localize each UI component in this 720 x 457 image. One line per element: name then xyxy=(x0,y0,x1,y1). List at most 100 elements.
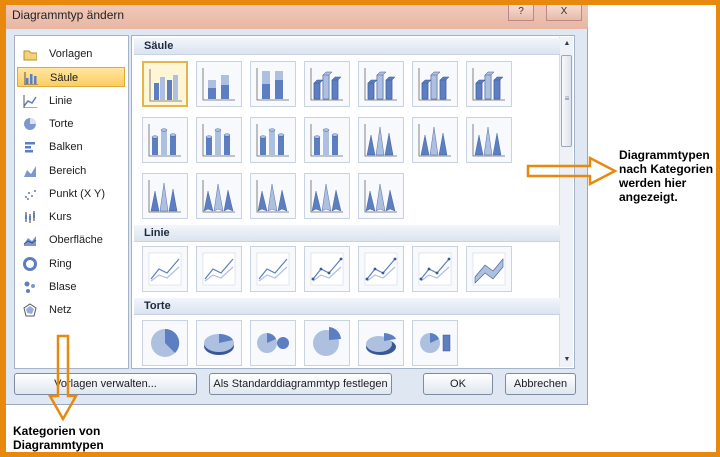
annotation-gallery-note: Diagrammtypen nach Kategorien werden hie… xyxy=(619,148,714,204)
category-item-1[interactable]: Vorlagen xyxy=(17,44,125,64)
help-button[interactable]: ? xyxy=(508,5,534,21)
right-arrow-icon xyxy=(526,156,618,186)
chart-subtype-thumbnail[interactable] xyxy=(142,61,188,107)
chart-subtype-icon xyxy=(472,68,505,101)
chart-subtype-thumbnail[interactable] xyxy=(304,320,350,366)
doughnut-chart-icon xyxy=(23,256,37,271)
category-label: Oberfläche xyxy=(49,234,103,247)
chart-subtype-thumbnail[interactable] xyxy=(196,117,242,163)
chart-subtype-thumbnail[interactable] xyxy=(304,61,350,107)
scroll-down-arrow-icon[interactable]: ▼ xyxy=(560,353,574,367)
chart-subtype-thumbnail[interactable] xyxy=(466,117,512,163)
chart-subtype-thumbnail[interactable] xyxy=(412,117,458,163)
category-label: Netz xyxy=(49,304,72,317)
folder-icon xyxy=(23,50,37,61)
chart-subtype-icon xyxy=(418,124,451,157)
category-item-9[interactable]: Oberfläche xyxy=(17,230,125,250)
chart-subtype-thumbnail[interactable] xyxy=(142,173,188,219)
surface-chart-icon xyxy=(23,236,37,247)
scroll-thumb[interactable]: ≡ xyxy=(561,55,572,147)
chart-subtype-icon xyxy=(310,252,344,286)
chart-subtype-thumbnail[interactable] xyxy=(142,246,188,292)
chart-subtype-thumbnail[interactable] xyxy=(142,320,188,366)
category-item-3[interactable]: Linie xyxy=(17,91,125,111)
chart-subtype-thumbnail[interactable] xyxy=(142,117,188,163)
chart-subtype-thumbnail[interactable] xyxy=(250,320,296,366)
chart-subtype-icon xyxy=(148,124,181,157)
manage-templates-button[interactable]: Vorlagen verwalten... xyxy=(14,373,197,395)
close-button[interactable]: X xyxy=(546,5,582,21)
chart-subtype-thumbnail[interactable] xyxy=(250,117,296,163)
chart-subtype-icon xyxy=(202,68,235,101)
category-item-8[interactable]: Kurs xyxy=(17,207,125,227)
chart-subtype-thumbnail[interactable] xyxy=(250,173,296,219)
chart-subtype-thumbnail[interactable] xyxy=(358,246,404,292)
chart-subtype-thumbnail[interactable] xyxy=(304,117,350,163)
set-default-chart-button[interactable]: Als Standarddiagrammtyp festlegen xyxy=(209,373,392,395)
chart-subtype-thumbnail[interactable] xyxy=(250,61,296,107)
title-bar: Diagrammtyp ändern ? X xyxy=(6,5,588,29)
scroll-grip-icon: ≡ xyxy=(564,94,570,103)
chart-subtype-thumbnail[interactable] xyxy=(412,61,458,107)
category-label: Punkt (X Y) xyxy=(49,187,106,200)
chart-subtype-thumbnail[interactable] xyxy=(358,320,404,366)
gallery-section-header: Linie xyxy=(134,225,560,242)
chart-subtype-thumbnail[interactable] xyxy=(358,173,404,219)
chart-subtype-icon xyxy=(151,328,180,357)
scroll-up-arrow-icon[interactable]: ▲ xyxy=(560,37,574,51)
chart-subtype-icon xyxy=(364,68,397,101)
chart-subtype-thumbnail[interactable] xyxy=(304,173,350,219)
chart-subtype-thumbnail[interactable] xyxy=(196,246,242,292)
chart-subtype-icon xyxy=(256,252,290,286)
chart-subtype-thumbnail[interactable] xyxy=(196,173,242,219)
category-item-2[interactable]: Säule xyxy=(17,67,125,88)
category-label: Kurs xyxy=(49,211,72,224)
category-item-12[interactable]: Netz xyxy=(17,300,125,320)
chart-subtype-thumbnail[interactable] xyxy=(466,246,512,292)
category-label: Linie xyxy=(49,94,73,107)
chart-subtype-icon xyxy=(310,180,343,213)
category-label: Säule xyxy=(50,72,79,85)
chart-subtype-thumbnail[interactable] xyxy=(412,246,458,292)
category-label: Balken xyxy=(49,141,83,154)
category-item-4[interactable]: Torte xyxy=(17,114,125,134)
gallery-section-title: Torte xyxy=(144,300,171,312)
chart-subtype-icon xyxy=(256,124,289,157)
chart-subtype-thumbnail[interactable] xyxy=(466,61,512,107)
chart-subtype-thumbnail[interactable] xyxy=(196,320,242,366)
screenshot-stage: Diagrammtyp ändern ? X Vorlagen Säule Lini… xyxy=(0,0,720,457)
scatter-chart-icon xyxy=(25,189,36,200)
annotation-category-note: Kategorien von Diagrammtypen xyxy=(13,424,104,452)
category-item-5[interactable]: Balken xyxy=(17,137,125,157)
chart-subtype-thumbnail[interactable] xyxy=(196,61,242,107)
category-label: Blase xyxy=(49,281,77,293)
chart-subtype-icon xyxy=(472,124,505,157)
category-item-7[interactable]: Punkt (X Y) xyxy=(17,184,125,204)
category-item-6[interactable]: Bereich xyxy=(17,161,125,181)
pie-chart-icon xyxy=(24,117,36,130)
gallery-scrollbar[interactable]: ▲ ≡ ▼ xyxy=(559,37,573,367)
chart-subtype-icon xyxy=(202,180,235,213)
chart-subtype-icon xyxy=(256,180,289,213)
category-item-11[interactable]: Blase xyxy=(17,277,125,297)
chart-subtype-icon xyxy=(310,68,343,101)
chart-subtype-icon xyxy=(149,69,182,102)
chart-subtype-icon xyxy=(420,333,451,353)
chart-subtype-thumbnail[interactable] xyxy=(358,117,404,163)
chart-subtype-thumbnail[interactable] xyxy=(412,320,458,366)
chart-subtype-thumbnail[interactable] xyxy=(304,246,350,292)
chart-subtype-thumbnail[interactable] xyxy=(250,246,296,292)
line-chart-icon xyxy=(23,94,37,108)
chart-subtype-thumbnail[interactable] xyxy=(358,61,404,107)
chart-subtype-icon xyxy=(418,68,451,101)
category-label: Ring xyxy=(49,257,72,270)
chart-subtype-icon xyxy=(256,68,289,101)
cancel-button[interactable]: Abbrechen xyxy=(505,373,576,395)
gallery-section-title: Linie xyxy=(144,227,170,239)
change-chart-type-dialog: Diagrammtyp ändern ? X Vorlagen Säule Lini… xyxy=(6,5,588,405)
ok-button[interactable]: OK xyxy=(423,373,493,395)
gallery-section-header: Torte xyxy=(134,298,560,315)
category-label: Bereich xyxy=(49,164,87,177)
chart-subtype-icon xyxy=(364,180,397,213)
category-item-10[interactable]: Ring xyxy=(17,254,125,274)
